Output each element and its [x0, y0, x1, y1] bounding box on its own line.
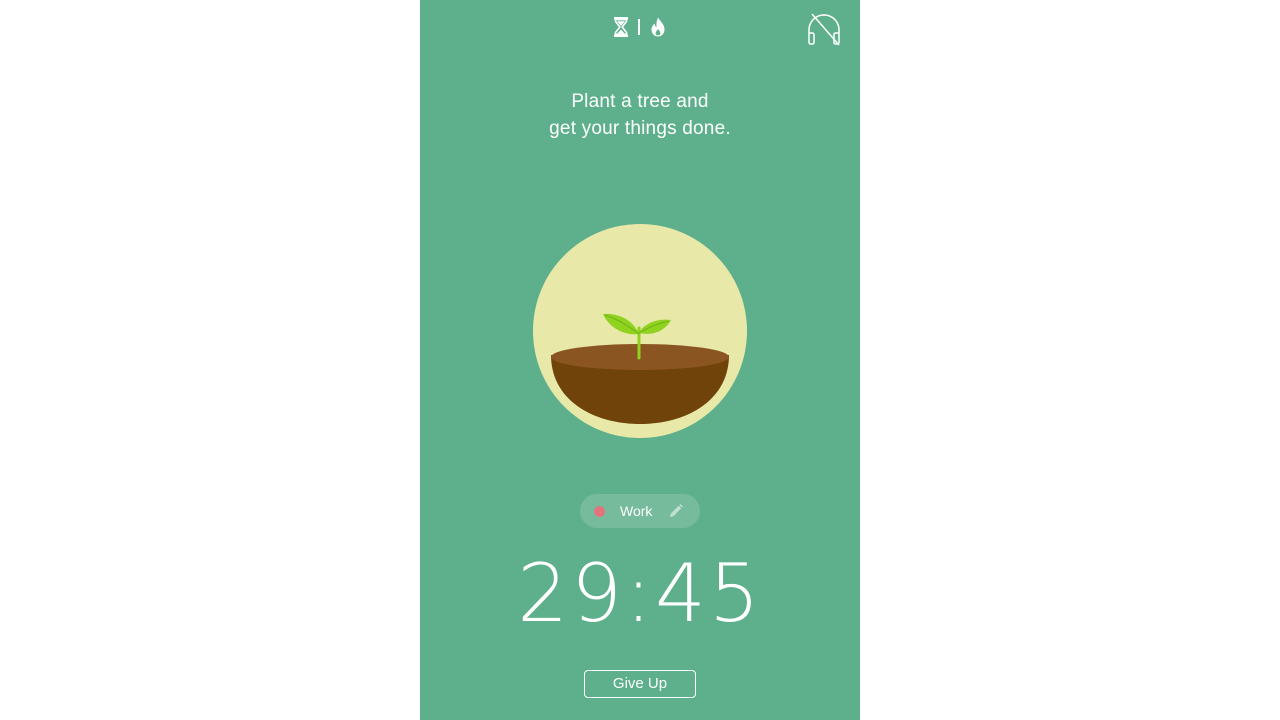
- timer-mode-switch[interactable]: [606, 14, 674, 40]
- mode-divider: [638, 19, 640, 35]
- timer-minutes: 29: [517, 547, 626, 640]
- sprout-illustration: [533, 224, 747, 438]
- music-off-button[interactable]: [806, 12, 842, 48]
- motto-line-1: Plant a tree and: [571, 91, 709, 112]
- countdown-timer: 29:45: [420, 548, 860, 640]
- timer-separator: :: [625, 547, 655, 640]
- tag-color-dot: [594, 505, 605, 517]
- screen: Plant a tree and get your things done. W…: [0, 0, 1280, 720]
- tree-planter[interactable]: [533, 224, 747, 438]
- hourglass-icon[interactable]: [614, 17, 629, 37]
- tag-label: Work: [620, 503, 653, 519]
- flame-icon[interactable]: [650, 17, 666, 37]
- timer-seconds: 45: [654, 547, 763, 640]
- give-up-button[interactable]: Give Up: [584, 670, 696, 698]
- forest-app-window: Plant a tree and get your things done. W…: [420, 0, 860, 720]
- headphones-off-icon: [806, 13, 842, 52]
- tag-selector[interactable]: Work: [580, 494, 700, 528]
- motto-line-2: get your things done.: [549, 118, 731, 139]
- pencil-icon[interactable]: [668, 503, 684, 519]
- top-bar: [420, 12, 860, 46]
- motto-text: Plant a tree and get your things done.: [420, 88, 860, 142]
